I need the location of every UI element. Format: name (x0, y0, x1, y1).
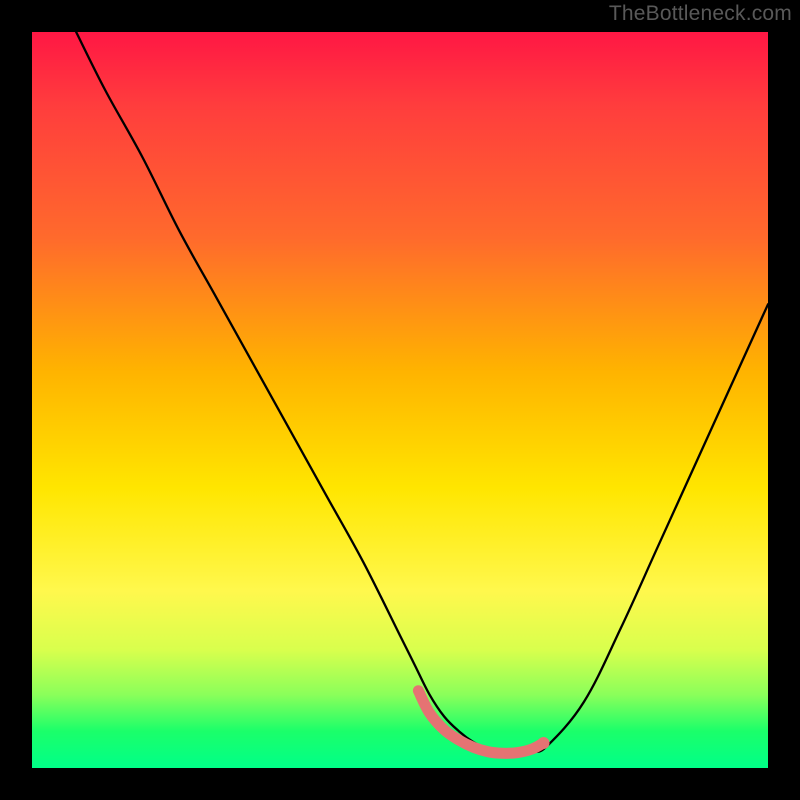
optimal-zone-highlight (418, 691, 549, 754)
curve-group (76, 32, 768, 754)
plot-area (32, 32, 768, 768)
chart-frame: TheBottleneck.com (0, 0, 800, 800)
optimal-zone-stroke (418, 691, 543, 754)
chart-svg (32, 32, 768, 768)
bottleneck-curve (76, 32, 768, 754)
watermark-text: TheBottleneck.com (609, 2, 792, 26)
optimal-zone-end-dot (538, 737, 550, 749)
